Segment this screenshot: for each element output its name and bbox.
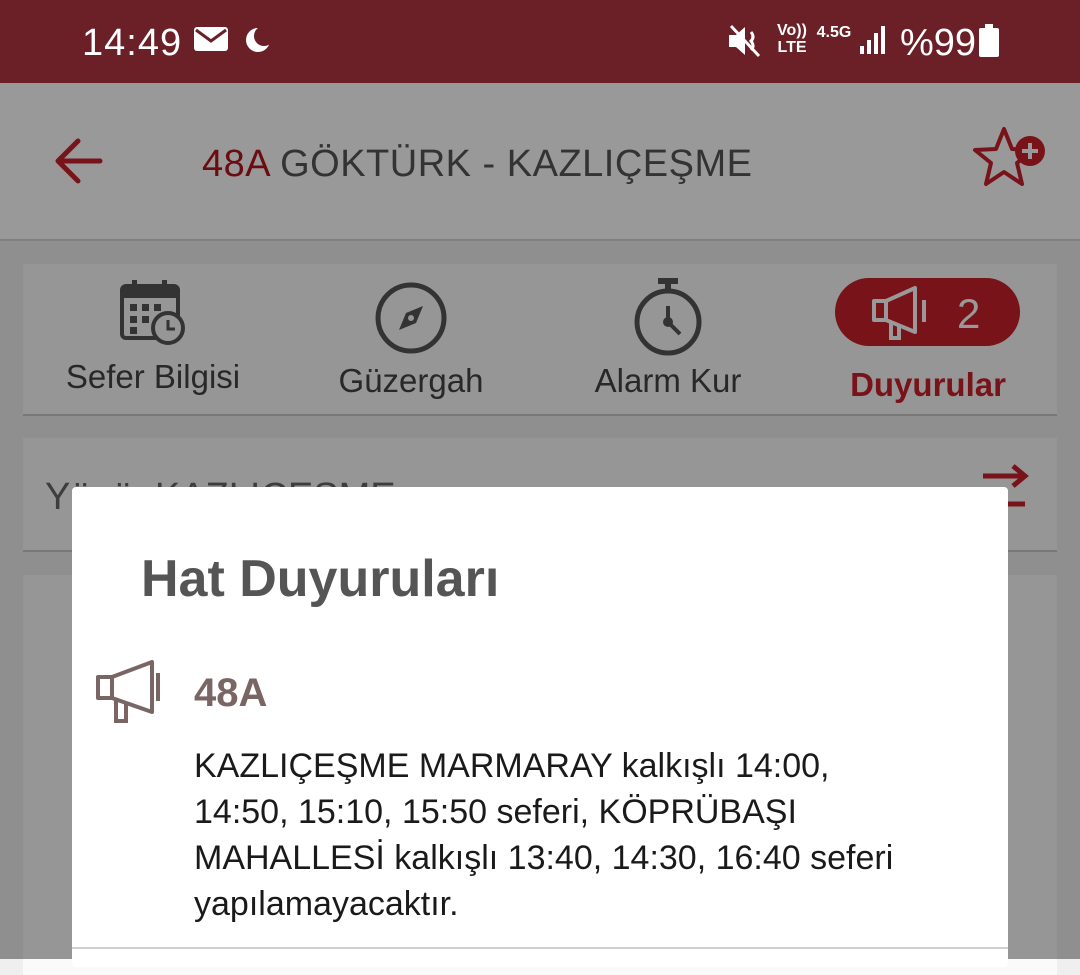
announcement-line: KAZLIÇEŞME MARMARAY kalkışlı 14:00, <box>194 747 830 785</box>
moon-icon <box>246 26 274 52</box>
network-type-label: 4.5G <box>816 24 852 41</box>
announcements-dialog: Hat Duyuruları 48A KAZLIÇEŞME MARMARAY k… <box>72 487 1008 967</box>
announcement-line: 14:50, 15:10, 15:50 seferi, KÖPRÜBAŞI <box>194 793 797 831</box>
announcement-text: KAZLIÇEŞME MARMARAY kalkışlı 14:00, 14:5… <box>194 743 994 927</box>
dialog-title: Hat Duyuruları <box>141 550 500 608</box>
megaphone-icon <box>96 660 160 723</box>
announcement-line: yapılamayacaktır. <box>194 885 459 923</box>
status-bar: 14:49 Vo)) LTE 4.5G %99 <box>0 0 1080 83</box>
battery-percent: %99 <box>900 22 977 64</box>
mail-icon <box>194 27 228 51</box>
mute-icon <box>729 24 761 58</box>
announcement-line-code: 48A <box>194 671 268 715</box>
volte-icon: Vo)) LTE <box>777 22 807 56</box>
announcement-line: MAHALLESİ kalkışlı 13:40, 14:30, 16:40 s… <box>194 839 894 877</box>
battery-icon <box>979 24 999 57</box>
status-time: 14:49 <box>82 22 183 64</box>
dialog-divider <box>72 947 1008 949</box>
signal-icon <box>860 26 885 54</box>
